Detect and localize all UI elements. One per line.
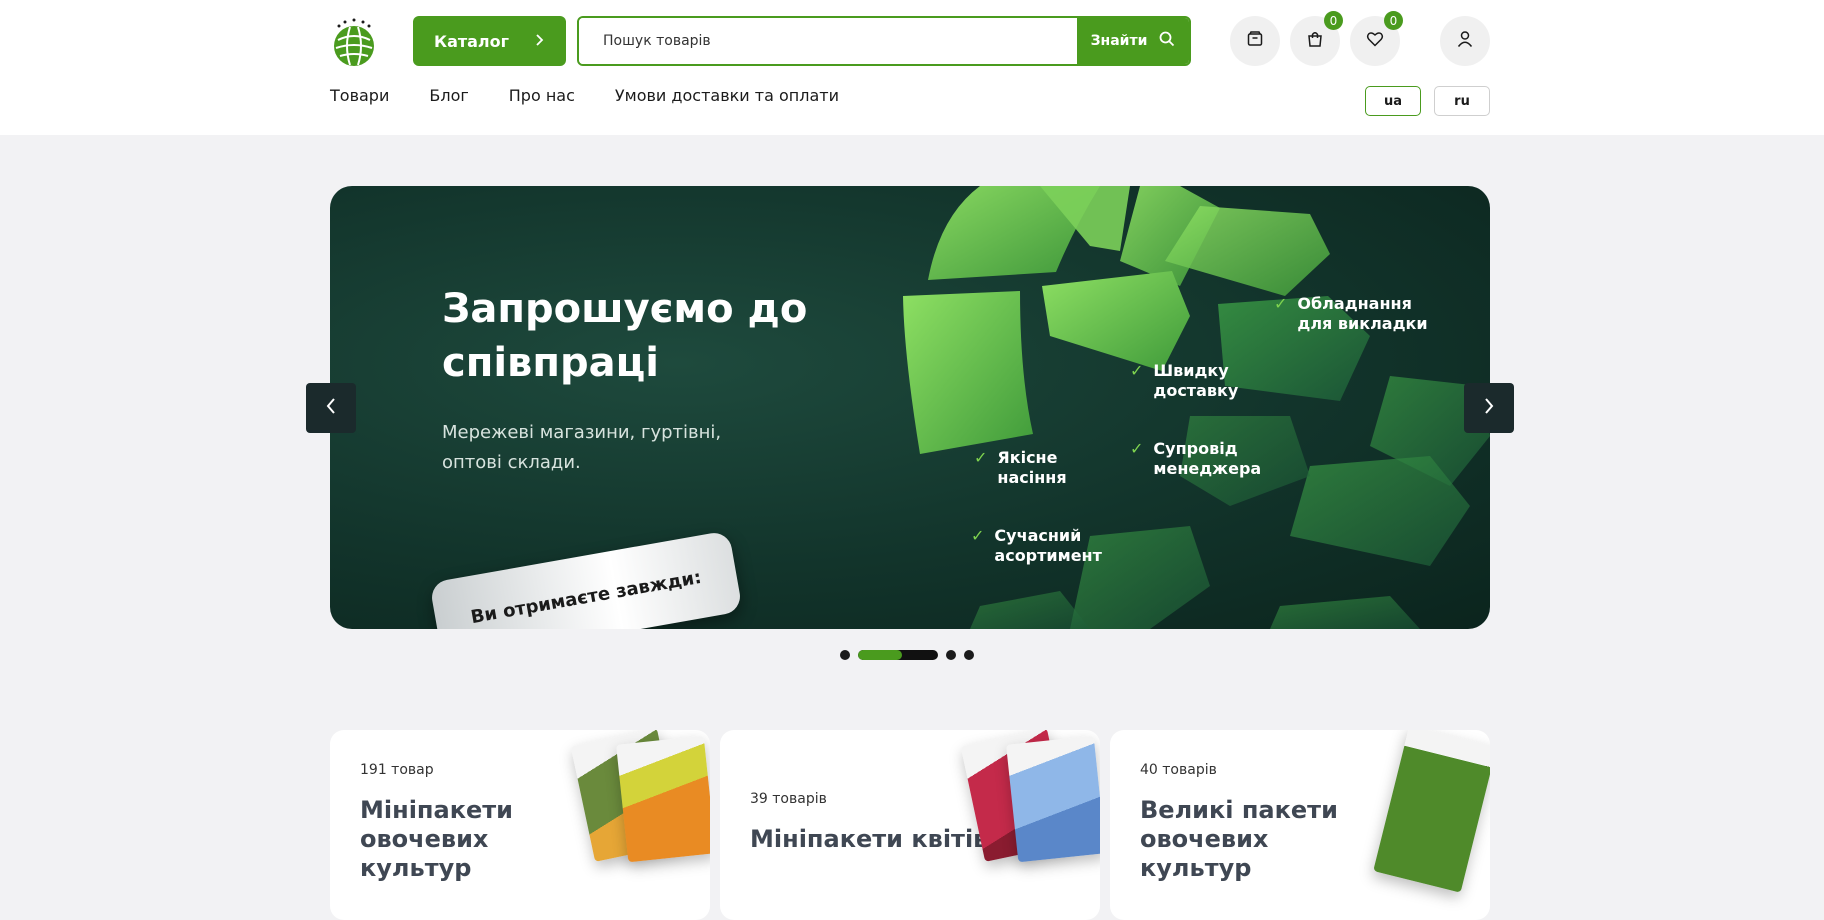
check-icon: ✓ [1274,294,1288,313]
account-button[interactable] [1440,16,1490,66]
globe-decoration [903,186,1490,629]
feature-modern-assortment: ✓ Сучасний асортимент [971,526,1121,566]
category-card-mini-flowers[interactable]: 39 товарів Мініпакети квітів [720,730,1100,920]
seed-pack-image [1373,730,1490,893]
user-icon [1456,30,1474,52]
category-title: Мініпакети квітів [750,825,989,853]
check-icon: ✓ [971,526,985,545]
feature-manager-support: ✓ Супровід менеджера [1130,439,1280,479]
category-title: Великі пакети овочевих культур [1140,796,1338,882]
hero-banner[interactable]: Запрошуємо до співпраці Мережеві магазин… [330,186,1490,629]
search-button[interactable]: Знайти [1077,18,1189,64]
cart-button[interactable]: 0 [1290,11,1343,66]
catalog-label: Каталог [433,31,509,51]
seed-pack-image [1006,735,1100,863]
orders-box-icon [1246,30,1264,52]
category-count: 39 товарів [750,791,827,807]
slider-next-button[interactable] [1464,383,1514,433]
wishlist-count-badge: 0 [1384,11,1403,30]
compare-button[interactable] [1230,16,1280,66]
banner-subtitle: Мережеві магазини, гуртівні, оптові скла… [442,422,722,473]
heart-icon [1366,30,1384,52]
slider-pagination [840,650,974,660]
chevron-left-icon [325,397,337,419]
logo[interactable] [330,16,378,68]
slider-dot-1[interactable] [840,650,850,660]
nav-item-products[interactable]: Товари [330,86,389,105]
check-icon: ✓ [1130,361,1144,380]
feature-equipment: ✓ Обладнання для викладки [1274,294,1444,334]
wishlist-button[interactable]: 0 [1350,11,1403,66]
site-header: Каталог Знайти 0 0 Т [0,0,1824,135]
category-card-mini-vegetables[interactable]: 191 товар Мініпакети овочевих культур [330,730,710,920]
nav-item-blog[interactable]: Блог [429,86,468,105]
category-card-large-vegetables[interactable]: 40 товарів Великі пакети овочевих культу… [1110,730,1490,920]
banner-title: Запрошуємо до співпраці [442,286,808,386]
search-icon [1159,31,1175,51]
shopping-bag-icon [1306,30,1324,52]
slider-dot-4[interactable] [964,650,974,660]
feature-label: Якісне насіння [997,448,1067,487]
catalog-button[interactable]: Каталог [413,16,566,66]
slider-prev-button[interactable] [306,383,356,433]
search-input[interactable] [579,18,1077,64]
feature-label: Швидку доставку [1153,361,1239,400]
category-count: 40 товарів [1140,762,1217,778]
chevron-right-icon [1483,397,1495,419]
feature-fast-delivery: ✓ Швидку доставку [1130,361,1280,401]
feature-label: Супровід менеджера [1153,439,1262,478]
category-count: 191 товар [360,762,434,778]
lang-ua-button[interactable]: ua [1365,86,1421,116]
chevron-right-icon [535,32,545,51]
cart-count-badge: 0 [1324,11,1343,30]
feature-label: Обладнання для викладки [1297,294,1428,333]
check-icon: ✓ [974,448,988,467]
seed-pack-image [616,735,710,863]
lang-ru-button[interactable]: ru [1434,86,1490,116]
banner-pill-text: Ви отримаєте завжди: [469,566,703,628]
slide-progress-fill [858,650,902,660]
nav-item-about[interactable]: Про нас [509,86,575,105]
category-title: Мініпакети овочевих культур [360,796,513,882]
main-nav: Товари Блог Про нас Умови доставки та оп… [330,86,879,105]
search-button-label: Знайти [1090,33,1148,49]
feature-quality-seeds: ✓ Якісне насіння [974,448,1104,488]
nav-item-delivery[interactable]: Умови доставки та оплати [615,86,839,105]
feature-label: Сучасний асортимент [994,526,1102,565]
slider-dot-3[interactable] [946,650,956,660]
check-icon: ✓ [1130,439,1144,458]
slider-dot-2-active[interactable] [858,650,938,660]
search-bar: Знайти [577,16,1191,66]
